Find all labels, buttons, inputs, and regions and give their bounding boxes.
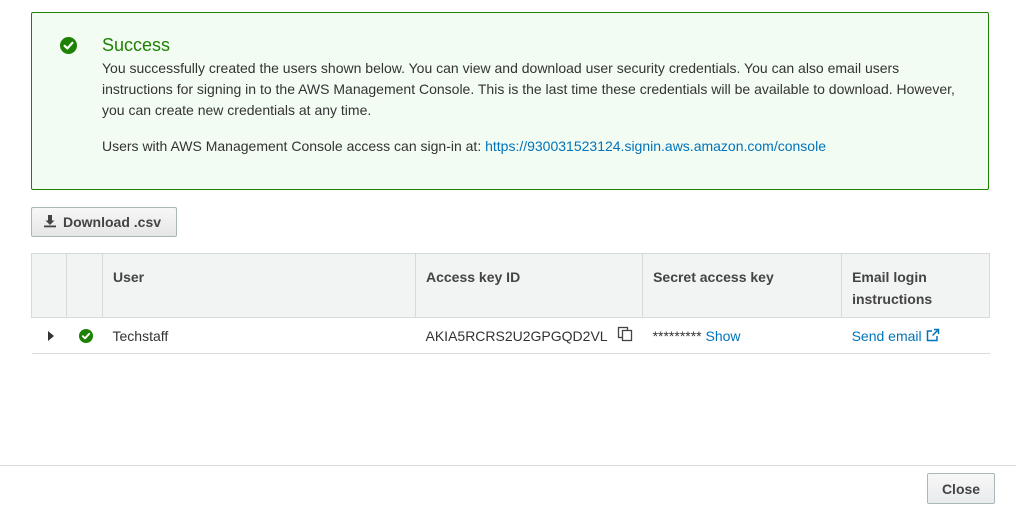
signin-url-link[interactable]: https://930031523124.signin.aws.amazon.c… <box>485 138 826 154</box>
status-cell <box>66 317 103 354</box>
alert-title: Success <box>102 35 171 55</box>
external-link-icon <box>926 328 940 344</box>
create-user-success-page: Success You successfully created the use… <box>0 0 1016 510</box>
download-csv-button[interactable]: Download .csv <box>31 207 177 237</box>
footer-divider <box>0 465 1016 466</box>
caret-right-icon[interactable] <box>47 330 54 341</box>
download-csv-label: Download .csv <box>63 214 162 230</box>
close-button[interactable]: Close <box>927 473 995 504</box>
credentials-table: User Access key ID Secret access key Ema… <box>31 253 990 354</box>
header-access-key-id: Access key ID <box>414 253 644 318</box>
signin-text: Users with AWS Management Console access… <box>102 138 482 154</box>
table-row: Techstaff AKIA5RCRS2U2GPGQD2VL *********… <box>31 317 990 354</box>
expand-cell[interactable] <box>31 317 67 354</box>
check-circle-icon <box>60 37 77 54</box>
signin-info: Users with AWS Management Console access… <box>102 136 826 156</box>
show-secret-link[interactable]: Show <box>706 328 741 344</box>
access-key-cell: AKIA5RCRS2U2GPGQD2VL <box>415 317 643 354</box>
alert-message: You successfully created the users shown… <box>102 60 955 118</box>
success-alert: Success You successfully created the use… <box>31 12 989 190</box>
header-email-login-instructions: Email login instructions <box>841 253 990 318</box>
access-key-id-value: AKIA5RCRS2U2GPGQD2VL <box>425 327 608 344</box>
send-email-link[interactable]: Send email <box>852 328 940 344</box>
header-status <box>66 253 103 318</box>
send-email-label: Send email <box>851 327 922 344</box>
copy-icon[interactable] <box>617 326 633 345</box>
email-cell: Send email <box>841 317 990 354</box>
user-cell: Techstaff <box>102 317 416 354</box>
header-user: User <box>102 253 416 318</box>
download-icon <box>43 214 63 231</box>
header-expand <box>31 253 67 318</box>
secret-access-key-cell: ********* Show <box>642 317 842 354</box>
header-secret-access-key: Secret access key <box>642 253 843 318</box>
secret-key-mask: ********* <box>652 327 702 344</box>
check-circle-icon <box>78 328 93 343</box>
table-header-row: User Access key ID Secret access key Ema… <box>31 253 990 318</box>
